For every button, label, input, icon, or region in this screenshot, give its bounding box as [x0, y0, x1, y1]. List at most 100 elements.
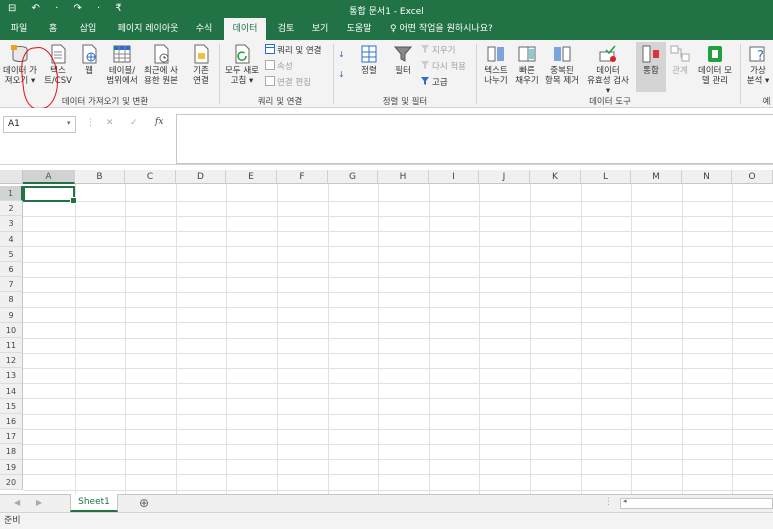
consolidate-button[interactable]: 통합 [636, 42, 666, 92]
clear-filter-button[interactable]: 지우기 [420, 44, 455, 57]
what-if-label-2: 분석 ▾ [746, 76, 770, 86]
row-header[interactable]: 14 [0, 383, 23, 399]
row-header[interactable]: 17 [0, 429, 23, 445]
grid-line [23, 444, 773, 445]
row-header[interactable]: 18 [0, 444, 23, 460]
sheet-tab[interactable]: Sheet1 [70, 494, 118, 512]
refresh-all-label-1: 모두 새로 [225, 66, 259, 76]
existing-connections-button[interactable]: 기존 연결 [186, 44, 216, 86]
row-header[interactable]: 15 [0, 398, 23, 414]
remove-duplicates-button[interactable]: 중복된 항목 제거 [542, 44, 582, 86]
column-header[interactable]: I [429, 170, 479, 184]
from-table-button[interactable]: 테이블/ 범위에서 [104, 44, 140, 86]
sort-label: 정렬 [361, 66, 377, 76]
column-header[interactable]: D [176, 170, 226, 184]
horizontal-scrollbar[interactable]: ◂ [620, 497, 773, 509]
row-header[interactable]: 6 [0, 262, 23, 278]
scroll-left-icon[interactable]: ◂ [623, 497, 627, 505]
sort-ascending-icon: ↓ [338, 50, 345, 58]
tab-view[interactable]: 보기 [306, 18, 334, 40]
row-header[interactable]: 20 [0, 474, 23, 490]
reapply-filter-button[interactable]: 다시 적용 [420, 60, 466, 73]
name-box[interactable]: A1 [3, 116, 76, 133]
column-header[interactable]: M [631, 170, 682, 184]
column-header[interactable]: K [530, 170, 581, 184]
row-header[interactable]: 11 [0, 338, 23, 354]
text-to-columns-label-1: 텍스트 [484, 66, 508, 76]
queries-connections-button[interactable]: 쿼리 및 연결 [265, 44, 322, 57]
column-header[interactable]: F [277, 170, 328, 184]
tab-page-layout[interactable]: 페이지 레이아웃 [110, 18, 186, 40]
title-bar: ⊟ ↶ · ↷ · ₹ 통합 문서1 - Excel [0, 0, 773, 18]
sort-desc-button[interactable]: ↓ [338, 68, 350, 81]
svg-text:↓: ↓ [338, 50, 345, 58]
column-header[interactable]: H [378, 170, 429, 184]
svg-text:?: ? [757, 49, 764, 64]
refresh-all-button[interactable]: 모두 새로 고침 ▾ [222, 44, 262, 86]
row-header[interactable]: 5 [0, 246, 23, 262]
next-sheet-icon[interactable]: ▶ [36, 498, 42, 507]
column-header[interactable]: N [682, 170, 732, 184]
column-header[interactable]: L [581, 170, 631, 184]
group-label-queries: 쿼리 및 연결 [257, 97, 303, 107]
row-header[interactable]: 1 [0, 186, 23, 202]
row-header[interactable]: 8 [0, 292, 23, 308]
column-header[interactable]: B [75, 170, 125, 184]
column-header[interactable]: O [732, 170, 773, 184]
tab-file[interactable]: 파일 [4, 18, 34, 40]
formula-input[interactable] [176, 114, 773, 164]
column-header[interactable]: E [226, 170, 277, 184]
what-if-analysis-button[interactable]: ? 가상 분석 ▾ [743, 44, 773, 86]
remove-duplicates-label-2: 항목 제거 [545, 76, 579, 86]
enter-icon[interactable]: ✓ [130, 118, 138, 128]
relationships-button[interactable]: 관계 [668, 44, 692, 76]
flash-fill-label-2: 채우기 [515, 76, 539, 86]
column-header[interactable]: C [125, 170, 176, 184]
prev-sheet-icon[interactable]: ◀ [14, 498, 20, 507]
flash-fill-icon [518, 46, 536, 62]
row-header[interactable]: 13 [0, 368, 23, 384]
row-header[interactable]: 4 [0, 231, 23, 247]
row-header[interactable]: 7 [0, 277, 23, 293]
data-validation-button[interactable]: 데이터 유효성 검사 ▾ [584, 44, 632, 96]
select-all-corner[interactable] [0, 170, 23, 184]
clear-filter-label: 지우기 [432, 46, 456, 56]
recent-sources-button[interactable]: 최근에 사 용한 원본 [142, 44, 180, 86]
cancel-icon[interactable]: ✕ [106, 118, 114, 128]
table-icon [113, 45, 131, 63]
tab-formulas[interactable]: 수식 [190, 18, 218, 40]
filter-button[interactable]: 필터 [390, 44, 416, 76]
tab-insert[interactable]: 삽입 [72, 18, 104, 40]
row-header[interactable]: 3 [0, 216, 23, 232]
row-header[interactable]: 12 [0, 353, 23, 369]
manage-data-model-button[interactable]: 데이터 모 델 관리 [694, 44, 736, 86]
column-header[interactable]: J [479, 170, 530, 184]
flash-fill-button[interactable]: 빠른 채우기 [512, 44, 542, 86]
row-header[interactable]: 9 [0, 307, 23, 323]
row-header[interactable]: 2 [0, 201, 23, 217]
window-title: 통합 문서1 - Excel [349, 7, 424, 17]
from-web-button[interactable]: 웹 [78, 44, 100, 76]
insert-function-icon[interactable]: fx [155, 117, 163, 127]
advanced-filter-button[interactable]: 고급 [420, 76, 448, 89]
sort-asc-button[interactable]: ↓ [338, 48, 350, 61]
text-to-columns-button[interactable]: 텍스트 나누기 [479, 44, 513, 86]
row-header[interactable]: 16 [0, 414, 23, 430]
column-header[interactable]: A [23, 170, 75, 184]
name-box-dropdown-icon[interactable]: ▾ [67, 119, 71, 127]
tab-help[interactable]: 도움말 [340, 18, 378, 40]
properties-button[interactable]: 속성 [265, 60, 293, 73]
tab-review[interactable]: 검토 [272, 18, 300, 40]
tab-data[interactable]: 데이터 [224, 18, 266, 40]
sort-button[interactable]: 정렬 [356, 44, 382, 76]
tell-me-label: 어떤 작업을 원하시나요? [399, 24, 493, 34]
edit-links-button[interactable]: 연결 편집 [265, 76, 311, 89]
row-header[interactable]: 19 [0, 459, 23, 475]
add-sheet-icon[interactable]: ⊕ [139, 496, 149, 510]
selected-cell-a1[interactable] [23, 186, 77, 204]
tell-me-search[interactable]: ♀ 어떤 작업을 원하시나요? [390, 18, 510, 40]
group-separator [219, 44, 220, 104]
column-header[interactable]: G [328, 170, 378, 184]
tab-home[interactable]: 홈 [40, 18, 66, 40]
row-header[interactable]: 10 [0, 322, 23, 338]
